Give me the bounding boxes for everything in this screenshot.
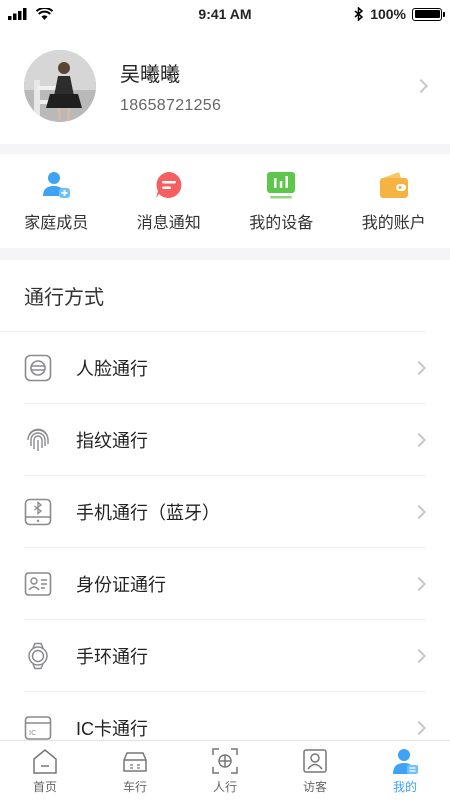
shortcut-label: 家庭成员 bbox=[24, 215, 89, 232]
svg-text:IC: IC bbox=[29, 729, 36, 737]
device-icon bbox=[265, 169, 297, 201]
tab-label: 我的 bbox=[392, 780, 417, 794]
pass-item-wristband[interactable]: 手环通行 bbox=[0, 620, 450, 692]
profile-phone: 18658721256 bbox=[120, 96, 222, 114]
tab-home[interactable]: 首页 bbox=[0, 741, 90, 800]
status-bar: 9:41 AM 100% bbox=[0, 0, 450, 28]
pass-item-label: 手机通行（蓝牙） bbox=[76, 503, 220, 523]
face-icon bbox=[24, 354, 52, 382]
profile-icon bbox=[390, 746, 420, 776]
bluetooth-icon bbox=[354, 7, 364, 21]
shortcut-account[interactable]: 我的账户 bbox=[338, 154, 450, 248]
fingerprint-icon bbox=[24, 426, 52, 454]
tab-label: 首页 bbox=[32, 780, 57, 794]
pass-item-label: 指纹通行 bbox=[76, 431, 148, 451]
battery-percent: 100% bbox=[370, 6, 406, 22]
shortcut-devices[interactable]: 我的设备 bbox=[225, 154, 338, 248]
chevron-right-icon bbox=[411, 432, 427, 448]
pass-methods-section: 通行方式 人脸通行 指纹通行 手机通行（蓝牙） 身份证通行 手环通行 IC IC… bbox=[0, 260, 450, 740]
visitor-icon bbox=[300, 746, 330, 776]
tab-bar: 首页 车行 人行 访客 我的 bbox=[0, 740, 450, 800]
pass-item-bluetooth-phone[interactable]: 手机通行（蓝牙） bbox=[0, 476, 450, 548]
tab-label: 人行 bbox=[212, 780, 237, 794]
tab-pedestrian[interactable]: 人行 bbox=[180, 741, 270, 800]
face-scan-icon bbox=[210, 746, 240, 776]
wallet-icon bbox=[378, 169, 410, 201]
chevron-right-icon bbox=[411, 360, 427, 376]
chevron-right-icon bbox=[411, 720, 427, 736]
battery-level bbox=[414, 10, 440, 18]
status-left bbox=[8, 8, 53, 20]
shortcut-messages[interactable]: 消息通知 bbox=[113, 154, 226, 248]
chevron-right-icon bbox=[411, 576, 427, 592]
pass-item-label: IC卡通行 bbox=[76, 719, 148, 739]
wristband-icon bbox=[24, 642, 52, 670]
profile-info: 吴曦曦 18658721256 bbox=[120, 58, 416, 115]
shortcut-label: 我的账户 bbox=[361, 215, 426, 232]
shortcut-label: 我的设备 bbox=[249, 215, 314, 232]
tab-visitor[interactable]: 访客 bbox=[270, 741, 360, 800]
wifi-icon bbox=[36, 8, 53, 20]
tab-profile[interactable]: 我的 bbox=[360, 741, 450, 800]
avatar[interactable] bbox=[24, 50, 96, 122]
pass-item-id-card[interactable]: 身份证通行 bbox=[0, 548, 450, 620]
signal-icon bbox=[8, 8, 27, 20]
ic-card-icon: IC bbox=[24, 714, 52, 740]
avatar-photo bbox=[24, 50, 96, 122]
tab-label: 车行 bbox=[122, 780, 147, 794]
section-title: 通行方式 bbox=[0, 260, 426, 332]
chevron-right-icon bbox=[411, 648, 427, 664]
battery-icon bbox=[412, 7, 445, 21]
car-icon bbox=[120, 746, 150, 776]
pass-item-fingerprint[interactable]: 指纹通行 bbox=[0, 404, 450, 476]
pass-item-label: 人脸通行 bbox=[76, 359, 148, 379]
status-right: 100% bbox=[354, 6, 445, 22]
pass-item-face[interactable]: 人脸通行 bbox=[0, 332, 450, 404]
pass-item-ic-card[interactable]: IC IC卡通行 bbox=[0, 692, 450, 740]
tab-label: 访客 bbox=[302, 780, 327, 794]
profile-name: 吴曦曦 bbox=[120, 63, 180, 86]
bluetooth-phone-icon bbox=[24, 498, 52, 526]
tab-car[interactable]: 车行 bbox=[90, 741, 180, 800]
shortcut-grid: 家庭成员 消息通知 我的设备 我的账户 bbox=[0, 154, 450, 248]
chevron-right-icon bbox=[411, 504, 427, 520]
message-icon bbox=[153, 169, 185, 201]
home-icon bbox=[30, 746, 60, 776]
family-member-icon bbox=[40, 169, 72, 201]
pass-item-label: 身份证通行 bbox=[76, 575, 166, 595]
shortcut-label: 消息通知 bbox=[136, 215, 201, 232]
shortcut-family-members[interactable]: 家庭成员 bbox=[0, 154, 113, 248]
id-card-icon bbox=[24, 570, 52, 598]
pass-item-label: 手环通行 bbox=[76, 647, 148, 667]
chevron-right-icon[interactable] bbox=[413, 78, 429, 94]
profile-card[interactable]: 吴曦曦 18658721256 bbox=[0, 28, 450, 144]
